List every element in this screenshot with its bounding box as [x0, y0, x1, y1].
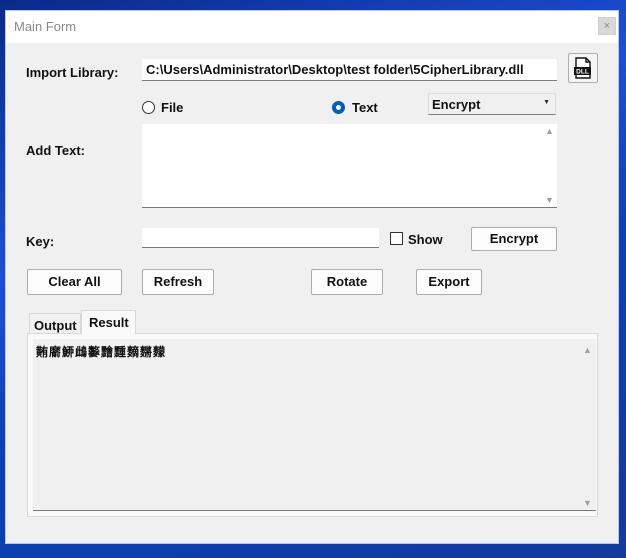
- text-radio-label: Text: [352, 100, 378, 115]
- tab-result[interactable]: Result: [81, 310, 136, 334]
- result-text: 䵋䵉䱖䳄䵅䵳䵯䵂䵁䵆: [36, 345, 167, 359]
- encrypt-button[interactable]: Encrypt: [471, 227, 557, 251]
- show-checkbox-label: Show: [408, 232, 443, 247]
- result-text-area[interactable]: 䵋䵉䱖䳄䵅䵳䵯䵂䵁䵆 ▲ ▼: [33, 339, 596, 511]
- text-radio[interactable]: [332, 101, 345, 114]
- chevron-down-icon: ▼: [543, 99, 550, 106]
- result-panel: 䵋䵉䱖䳄䵅䵳䵯䵂䵁䵆 ▲ ▼: [27, 333, 598, 517]
- tab-result-label: Result: [89, 315, 129, 330]
- add-text-label: Add Text:: [26, 143, 85, 158]
- import-library-button[interactable]: DLL: [568, 53, 598, 83]
- main-form-window: Main Form × Import Library: DLL File Tex…: [5, 10, 619, 544]
- svg-text:DLL: DLL: [576, 69, 589, 76]
- file-radio-label: File: [161, 100, 184, 115]
- window-title: Main Form: [14, 19, 77, 34]
- scroll-up-icon[interactable]: ▲: [545, 126, 554, 136]
- tab-output[interactable]: Output: [29, 313, 81, 333]
- title-bar: Main Form ×: [6, 11, 618, 43]
- tab-output-label: Output: [34, 318, 77, 333]
- operation-selected: Encrypt: [432, 97, 481, 112]
- clear-all-button[interactable]: Clear All: [27, 269, 122, 295]
- import-library-label: Import Library:: [26, 65, 119, 80]
- key-input[interactable]: [142, 228, 379, 248]
- key-label: Key:: [26, 234, 55, 249]
- library-path-input[interactable]: [142, 59, 557, 81]
- file-radio[interactable]: [142, 101, 155, 114]
- operation-dropdown[interactable]: Encrypt ▼: [428, 93, 556, 115]
- result-scrollbar[interactable]: ▲ ▼: [578, 339, 596, 510]
- add-text-area[interactable]: ▲ ▼: [142, 124, 557, 208]
- export-button[interactable]: Export: [416, 269, 482, 295]
- close-button[interactable]: ×: [598, 17, 616, 35]
- scroll-up-icon[interactable]: ▲: [583, 345, 592, 355]
- scroll-down-icon[interactable]: ▼: [583, 498, 592, 508]
- scroll-down-icon[interactable]: ▼: [545, 195, 554, 205]
- add-text-scrollbar[interactable]: ▲ ▼: [541, 124, 557, 207]
- show-checkbox[interactable]: [390, 232, 403, 245]
- rotate-button[interactable]: Rotate: [311, 269, 383, 295]
- refresh-button[interactable]: Refresh: [142, 269, 214, 295]
- dll-file-icon: DLL: [574, 57, 591, 79]
